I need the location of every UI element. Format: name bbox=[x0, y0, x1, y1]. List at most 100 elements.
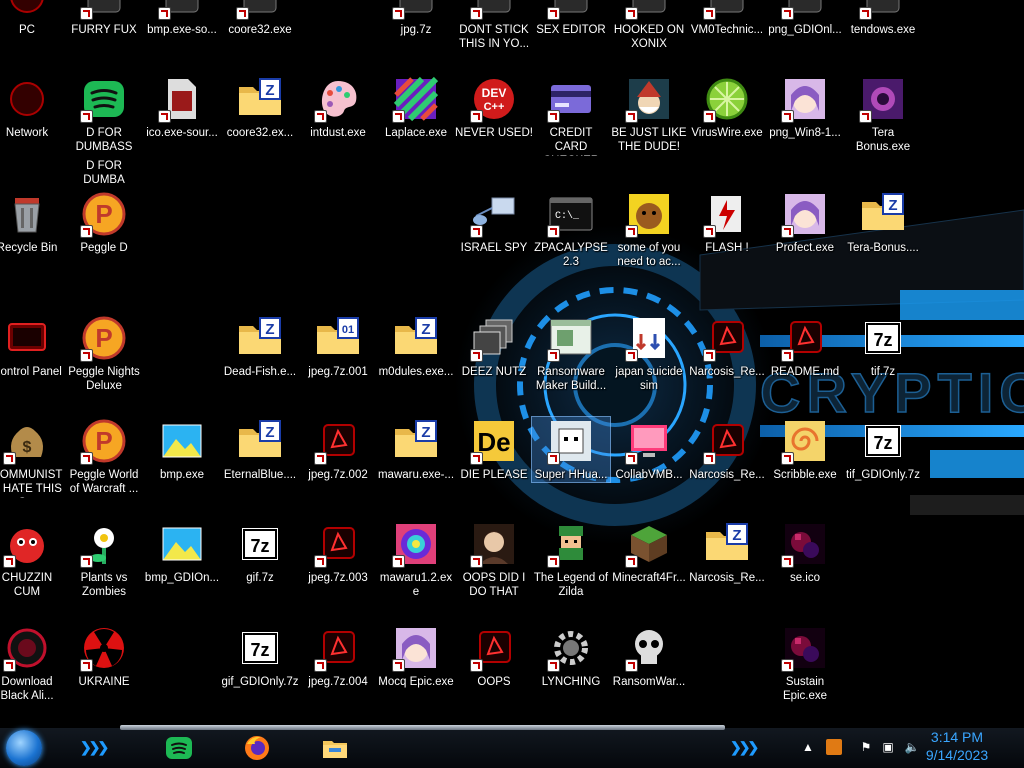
peggle-icon: P bbox=[80, 314, 128, 362]
desktop-icon[interactable]: jpeg.7z.003 bbox=[299, 520, 377, 585]
red-glow-icon bbox=[781, 314, 829, 362]
desktop-icon[interactable]: FLASH ! bbox=[688, 190, 766, 255]
desktop-icon[interactable]: jpeg.7z.002 bbox=[299, 417, 377, 482]
desktop-icon[interactable]: 7z tif.7z bbox=[844, 314, 922, 379]
desktop-icon-label: bmp.exe-so... bbox=[147, 24, 217, 36]
desktop-icon[interactable]: se.ico bbox=[766, 520, 844, 585]
desktop-icon[interactable]: Mocq Epic.exe bbox=[377, 624, 455, 689]
shortcut-arrow-icon bbox=[625, 110, 638, 123]
desktop-icon[interactable]: tendows.exe bbox=[844, 0, 922, 37]
desktop-icon-label: Tera-Bonus.... bbox=[847, 242, 919, 254]
desktop-icon[interactable]: CHUZZIN CUM bbox=[0, 520, 66, 599]
svg-text:7z: 7z bbox=[873, 433, 892, 453]
desktop-icon[interactable]: DONT STICK THIS IN YO... bbox=[455, 0, 533, 51]
desktop-icon[interactable]: Minecraft4Fr... bbox=[610, 520, 688, 585]
desktop-icon[interactable]: VM0Technic... bbox=[688, 0, 766, 37]
desktop-icon[interactable]: OOPS DID I DO THAT bbox=[455, 520, 533, 599]
desktop-icon[interactable]: SEX EDITOR bbox=[532, 0, 610, 37]
7z-icon: 7z bbox=[236, 520, 284, 568]
desktop-icon[interactable]: Z EternalBlue.... bbox=[221, 417, 299, 482]
desktop-icon[interactable]: OOPS bbox=[455, 624, 533, 689]
desktop-icon[interactable]: CollabVMB... bbox=[610, 417, 688, 482]
shortcut-arrow-icon bbox=[625, 7, 638, 20]
desktop-icon[interactable]: UKRAINE bbox=[65, 624, 143, 689]
desktop-icon[interactable]: Recycle Bin bbox=[0, 190, 66, 255]
desktop-icon[interactable]: Narcosis_Re... bbox=[688, 314, 766, 379]
desktop-icon[interactable]: Sustain Epic.exe bbox=[766, 624, 844, 703]
desktop-icon[interactable]: jpg.7z bbox=[377, 0, 455, 37]
desktop-icon[interactable]: Network bbox=[0, 75, 66, 140]
desktop-icon[interactable]: C:\_ ZPACALYPSE 2.3 bbox=[532, 190, 610, 269]
desktop-icon[interactable]: ico.exe-sour... bbox=[143, 75, 221, 140]
desktop-icon-label: Control Panel bbox=[0, 366, 62, 378]
desktop-icon[interactable]: LYNCHING bbox=[532, 624, 610, 689]
desktop-icon[interactable]: De DIE PLEASE bbox=[455, 417, 533, 482]
desktop-icon[interactable]: 7z gif.7z bbox=[221, 520, 299, 585]
desktop-icon[interactable]: bmp.exe bbox=[143, 417, 221, 482]
desktop-icon[interactable]: coore32.exe bbox=[221, 0, 299, 37]
desktop-icon[interactable]: Plants vs Zombies bbox=[65, 520, 143, 599]
desktop-icon[interactable]: Z Narcosis_Re... bbox=[688, 520, 766, 585]
desktop-icon[interactable]: CREDIT CARD CHECKER bbox=[532, 75, 610, 156]
desktop-icon[interactable]: Ransomware Maker Build... bbox=[532, 314, 610, 393]
taskbar-firefox-button[interactable] bbox=[240, 732, 274, 764]
desktop-icon[interactable]: bmp.exe-so... bbox=[143, 0, 221, 37]
desktop-icon[interactable]: DEEZ NUTZ bbox=[455, 314, 533, 379]
dog-icon bbox=[625, 190, 673, 238]
desktop-icon[interactable]: FURRY FUX bbox=[65, 0, 143, 37]
desktop-icon[interactable]: PC bbox=[0, 0, 66, 37]
desktop-icon[interactable]: HOOKED ON XONIX bbox=[610, 0, 688, 51]
desktop-icon[interactable]: png_Win8-1... bbox=[766, 75, 844, 140]
taskbar-file-explorer-button[interactable] bbox=[318, 732, 352, 764]
desktop-icon[interactable]: Profect.exe bbox=[766, 190, 844, 255]
desktop-icon[interactable]: RansomWar... bbox=[610, 624, 688, 689]
desktop-icon-label: DIE PLEASE bbox=[460, 469, 528, 481]
desktop-icon[interactable]: P Peggle D bbox=[65, 190, 143, 255]
desktop-icon[interactable]: ISRAEL SPY bbox=[455, 190, 533, 255]
desktop-icon-label: COMMUNISTS HATE THIS G... bbox=[0, 469, 63, 498]
desktop-icon[interactable]: jpeg.7z.004 bbox=[299, 624, 377, 689]
network-tray-icon[interactable]: ▣ bbox=[880, 739, 896, 755]
desktop-icon[interactable]: README.md bbox=[766, 314, 844, 379]
desktop-icon[interactable]: Scribble.exe bbox=[766, 417, 844, 482]
desktop-icon[interactable]: 7z gif_GDIOnly.7z bbox=[221, 624, 299, 689]
desktop-icon[interactable]: Laplace.exe bbox=[377, 75, 455, 140]
desktop-icon[interactable]: png_GDIOnl... bbox=[766, 0, 844, 37]
desktop-icon-label: jpeg.7z.001 bbox=[308, 366, 368, 378]
desktop-icon[interactable]: Z Dead-Fish.e... bbox=[221, 314, 299, 379]
desktop-icon[interactable]: Tera Bonus.exe bbox=[844, 75, 922, 154]
desktop-icon[interactable]: The Legend of Zilda bbox=[532, 520, 610, 599]
desktop-icon[interactable]: 7z tif_GDIOnly.7z bbox=[844, 417, 922, 482]
app-icon bbox=[703, 0, 751, 20]
taskbar-spotify-button[interactable] bbox=[162, 732, 196, 764]
desktop-icon[interactable]: D FOR DUMBASS bbox=[65, 75, 143, 154]
desktop-icon[interactable]: mawaru1.2.exe bbox=[377, 520, 455, 599]
desktop-icon[interactable]: DEV C++ NEVER USED! bbox=[455, 75, 533, 140]
desktop-icon[interactable]: Zcoore32.ex... bbox=[221, 75, 299, 140]
desktop-icon[interactable]: D FOR DUMBA bbox=[65, 156, 143, 187]
flag-icon[interactable]: ⚑ bbox=[858, 739, 874, 755]
desktop-icon[interactable]: Download Black Ali... bbox=[0, 624, 66, 703]
desktop-icon[interactable]: BE JUST LIKE THE DUDE! bbox=[610, 75, 688, 154]
desktop-icon[interactable]: japan suicide sim bbox=[610, 314, 688, 393]
system-clock[interactable]: 3:14 PM 9/14/2023 bbox=[912, 728, 1002, 764]
desktop-icon[interactable]: P Peggle World of Warcraft ... bbox=[65, 417, 143, 496]
desktop-icon[interactable]: some of you need to ac... bbox=[610, 190, 688, 269]
desktop-icon[interactable]: $ COMMUNISTS HATE THIS G... bbox=[0, 417, 66, 498]
desktop-icon[interactable]: intdust.exe bbox=[299, 75, 377, 140]
tray-overflow-icon[interactable]: ▲ bbox=[800, 739, 816, 755]
desktop-icon[interactable]: P Peggle Nights Deluxe bbox=[65, 314, 143, 393]
desktop-icon[interactable]: 01 jpeg.7z.001 bbox=[299, 314, 377, 379]
desktop-icon[interactable]: Super HHua... bbox=[531, 416, 611, 483]
desktop-icon-label: tif.7z bbox=[870, 366, 896, 378]
desktop-icon[interactable]: Z Tera-Bonus.... bbox=[844, 190, 922, 255]
desktop-icon[interactable]: Control Panel bbox=[0, 314, 66, 379]
desktop-icon[interactable]: Zmawaru.exe-... bbox=[377, 417, 455, 482]
tray-app-icon[interactable] bbox=[826, 739, 842, 755]
desktop-icon[interactable]: Zm0dules.exe... bbox=[377, 314, 455, 379]
start-button[interactable] bbox=[6, 730, 42, 766]
desktop-icon[interactable]: bmp_GDIOn... bbox=[143, 520, 221, 585]
desktop-icon[interactable]: Narcosis_Re... bbox=[688, 417, 766, 482]
shortcut-arrow-icon bbox=[80, 349, 93, 362]
desktop-icon[interactable]: VirusWire.exe bbox=[688, 75, 766, 140]
